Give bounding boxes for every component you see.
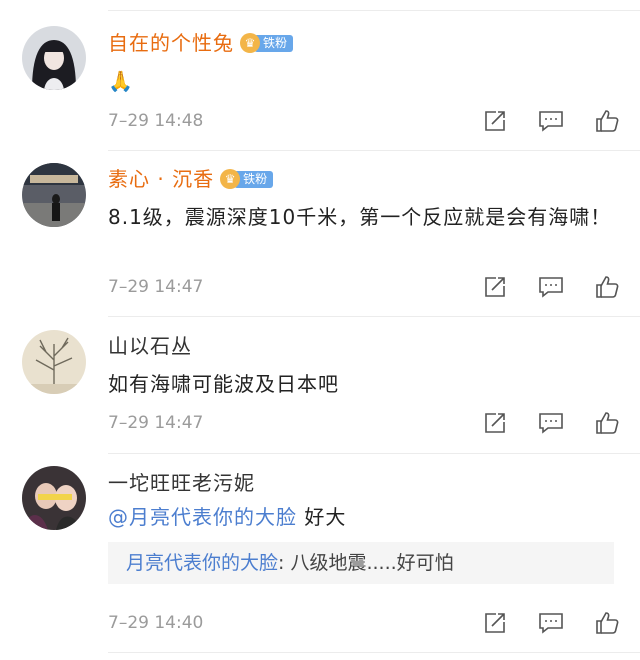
comment-meta: 7–29 14:47 — [108, 274, 620, 300]
comment-time: 7–29 14:48 — [108, 111, 204, 131]
comment-header: 一坨旺旺老污妮 — [108, 468, 620, 498]
comment-body: 一坨旺旺老污妮 @月亮代表你的大脸 好大 月亮代表你的大脸: 八级地震.....… — [108, 468, 620, 584]
quoted-username[interactable]: 月亮代表你的大脸 — [126, 552, 278, 574]
thumbs-up-icon[interactable] — [594, 610, 620, 636]
comment-text: 🙏 — [108, 69, 134, 93]
comment-text: 如有海啸可能波及日本吧 — [108, 372, 339, 396]
comment-time: 7–29 14:47 — [108, 413, 204, 433]
forward-icon[interactable] — [482, 610, 508, 636]
username[interactable]: 山以石丛 — [108, 331, 192, 361]
comment-time: 7–29 14:40 — [108, 613, 204, 633]
avatar[interactable] — [22, 330, 86, 394]
comment-divider — [108, 316, 640, 317]
comment-text-body: 好大 — [297, 505, 347, 529]
username[interactable]: 素心 · 沉香 — [108, 164, 214, 194]
comment-body: 自在的个性兔 ♛ 铁粉 🙏 — [108, 28, 620, 98]
comment-meta: 7–29 14:48 — [108, 108, 620, 134]
comment-actions — [482, 610, 620, 636]
forward-icon[interactable] — [482, 274, 508, 300]
comment-actions — [482, 274, 620, 300]
quoted-text: : 八级地震.....好可怕 — [278, 552, 454, 574]
top-divider — [108, 10, 640, 11]
avatar[interactable] — [22, 26, 86, 90]
comment-text: 8.1级，震源深度10千米，第一个反应就是会有海啸！ — [108, 205, 612, 229]
comment-actions — [482, 108, 620, 134]
comment-icon[interactable] — [538, 274, 564, 300]
comment-header: 素心 · 沉香 ♛ 铁粉 — [108, 164, 620, 194]
avatar[interactable] — [22, 466, 86, 530]
forward-icon[interactable] — [482, 108, 508, 134]
comment-divider — [108, 652, 640, 653]
comment-actions — [482, 410, 620, 436]
thumbs-up-icon[interactable] — [594, 108, 620, 134]
fan-badge[interactable]: ♛ 铁粉 — [220, 169, 274, 189]
comment-icon[interactable] — [538, 610, 564, 636]
mention-link[interactable]: @月亮代表你的大脸 — [108, 505, 297, 529]
username[interactable]: 一坨旺旺老污妮 — [108, 468, 255, 498]
avatar[interactable] — [22, 163, 86, 227]
comment-body: 素心 · 沉香 ♛ 铁粉 8.1级，震源深度10千米，第一个反应就是会有海啸！ — [108, 164, 620, 234]
forward-icon[interactable] — [482, 410, 508, 436]
fan-badge[interactable]: ♛ 铁粉 — [240, 33, 294, 53]
thumbs-up-icon[interactable] — [594, 410, 620, 436]
comment-text: @月亮代表你的大脸 好大 — [108, 500, 620, 534]
comment-icon[interactable] — [538, 410, 564, 436]
comment-divider — [108, 150, 640, 151]
username[interactable]: 自在的个性兔 — [108, 28, 234, 58]
comment-header: 自在的个性兔 ♛ 铁粉 — [108, 28, 620, 58]
comment-time: 7–29 14:47 — [108, 277, 204, 297]
comment-meta: 7–29 14:47 — [108, 410, 620, 436]
comment-header: 山以石丛 — [108, 331, 620, 361]
comment-meta: 7–29 14:40 — [108, 610, 620, 636]
comment-icon[interactable] — [538, 108, 564, 134]
quoted-reply[interactable]: 月亮代表你的大脸: 八级地震.....好可怕 — [108, 542, 614, 584]
crown-icon: ♛ — [220, 169, 241, 189]
comment-divider — [108, 453, 640, 454]
comment-body: 山以石丛 如有海啸可能波及日本吧 — [108, 331, 620, 401]
thumbs-up-icon[interactable] — [594, 274, 620, 300]
crown-icon: ♛ — [240, 33, 260, 53]
